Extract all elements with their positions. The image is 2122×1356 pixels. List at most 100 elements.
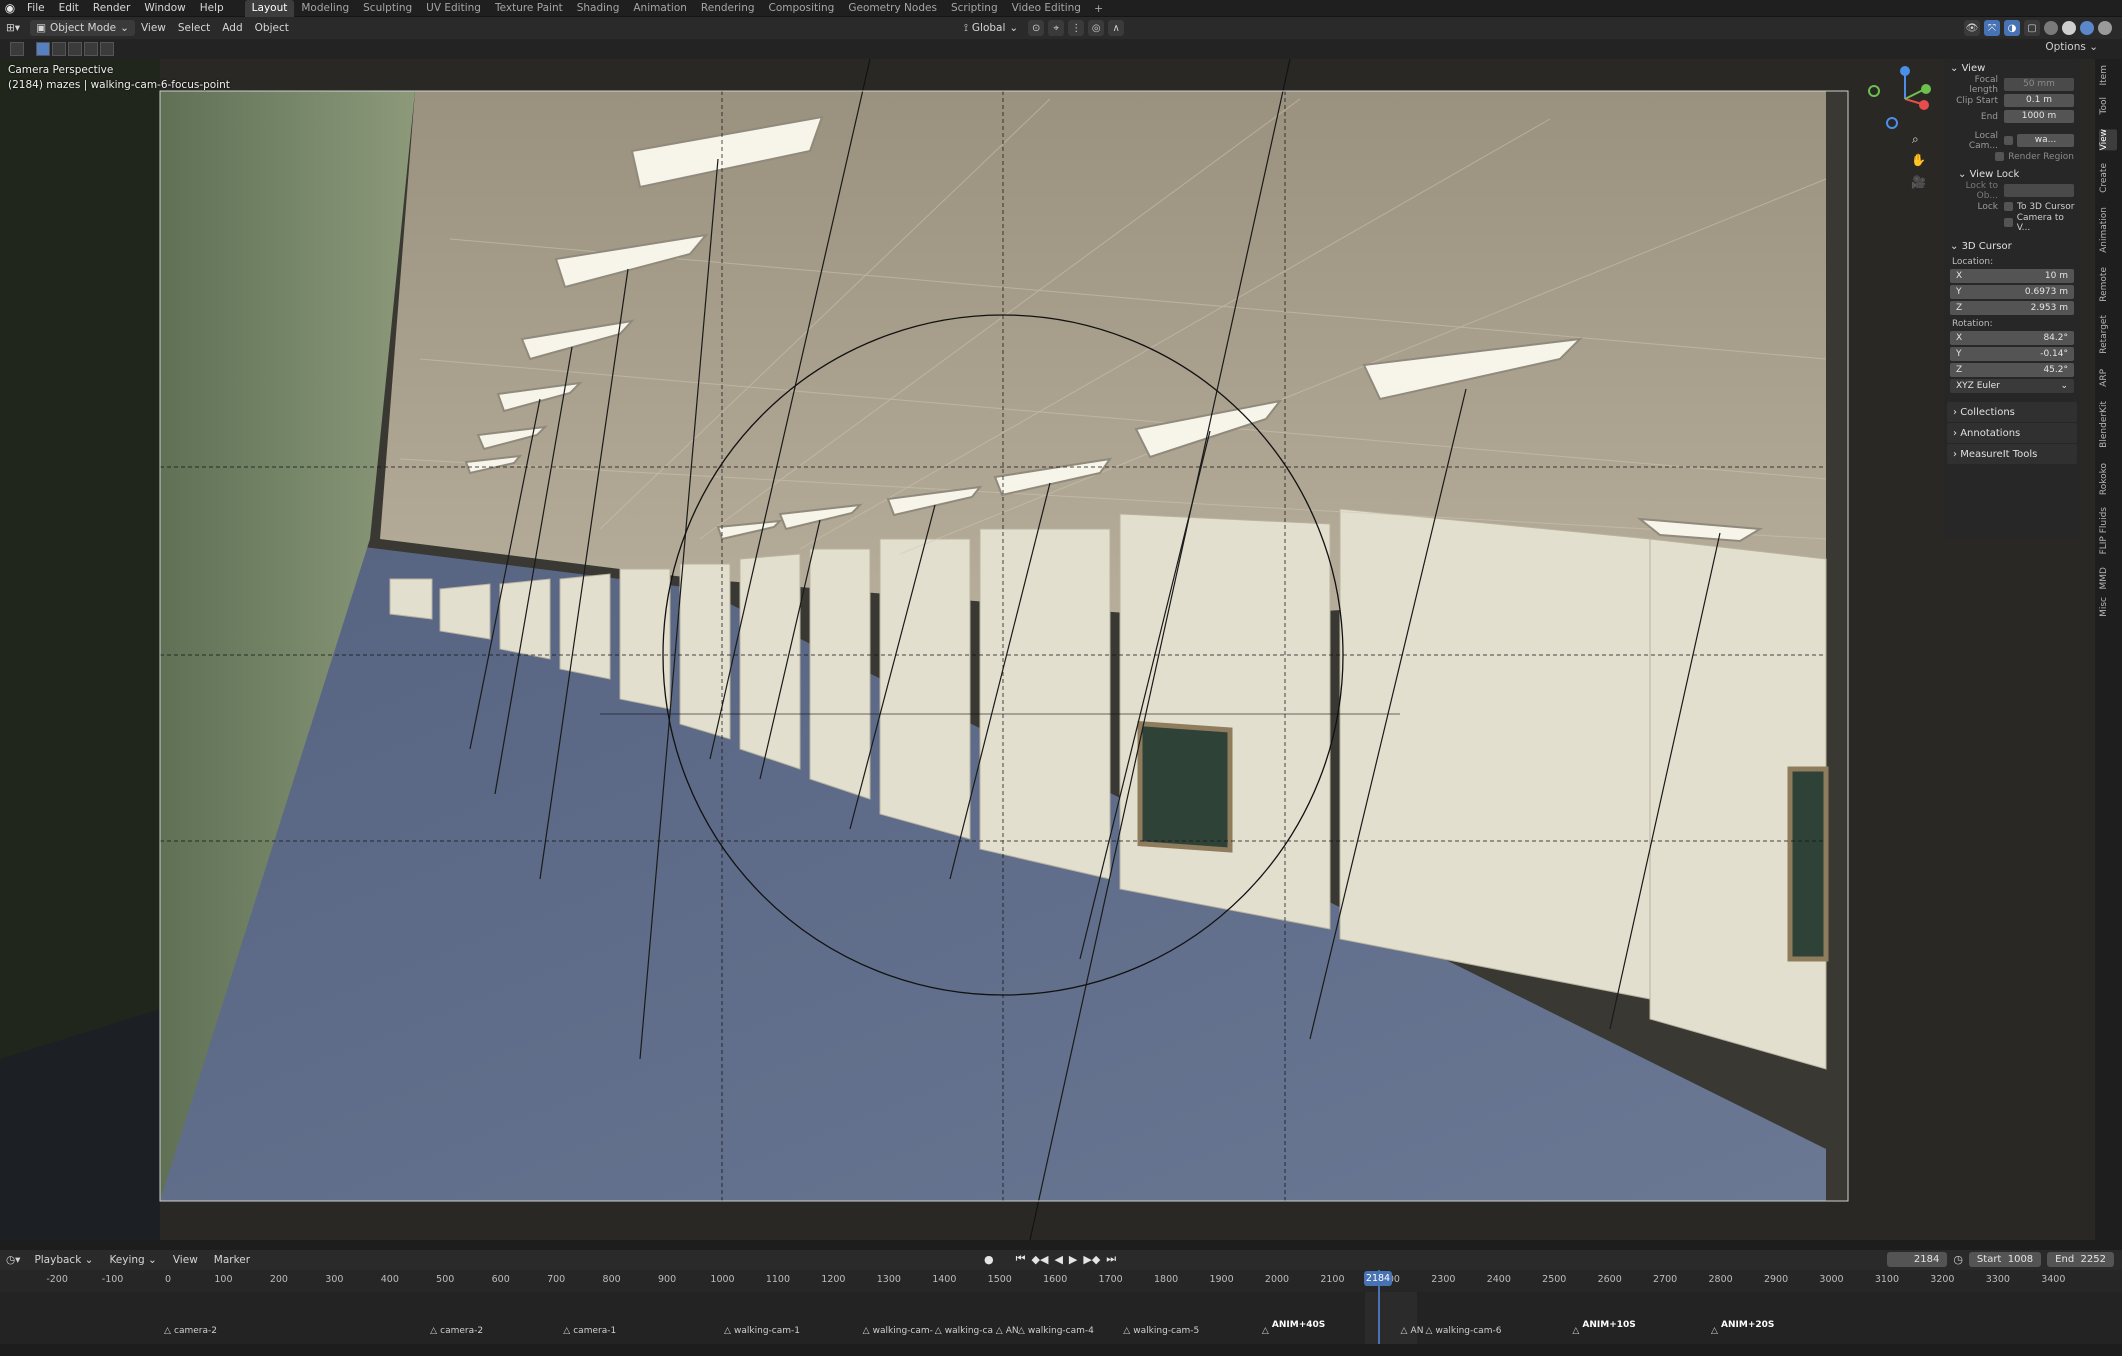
timeline-marker-label[interactable]: walking-ca <box>945 1326 993 1336</box>
tool-panel-toggle-icon[interactable] <box>10 42 24 56</box>
timeline-marker-label[interactable]: camera-2 <box>174 1326 217 1336</box>
workspace-tab-video-editing[interactable]: Video Editing <box>1005 0 1088 17</box>
camera-view-icon[interactable]: 🎥 <box>1911 175 1926 189</box>
jump-end-icon[interactable]: ⏭ <box>1106 1252 1116 1266</box>
workspace-tab-geometry-nodes[interactable]: Geometry Nodes <box>841 0 944 17</box>
marker-icon[interactable]: △ <box>863 1326 870 1336</box>
pivot-icon[interactable]: ⊙ <box>1028 20 1045 36</box>
side-tab-retarget[interactable]: Retarget <box>2099 315 2117 354</box>
menu-timeline-view[interactable]: View <box>165 1254 206 1266</box>
menu-marker[interactable]: Marker <box>206 1254 258 1266</box>
next-keyframe-icon[interactable]: ▶◆ <box>1083 1253 1100 1266</box>
measureit-section[interactable]: › MeasureIt Tools <box>1947 444 2077 464</box>
collections-section[interactable]: › Collections <box>1947 402 2077 422</box>
local-camera-checkbox[interactable] <box>2004 136 2013 145</box>
timeline-marker-label[interactable]: AN <box>1006 1326 1019 1336</box>
marker-icon[interactable]: △ <box>935 1326 942 1336</box>
menu-edit[interactable]: Edit <box>52 0 86 17</box>
zoom-icon[interactable]: ⌕ <box>1912 132 1919 146</box>
marker-icon[interactable]: △ <box>563 1326 570 1336</box>
menu-file[interactable]: File <box>20 0 52 17</box>
end-frame-field[interactable]: End 2252 <box>2047 1252 2114 1267</box>
menu-playback[interactable]: Playback ⌄ <box>26 1254 101 1266</box>
overlay-icon[interactable]: ◑ <box>2004 20 2020 36</box>
timeline-marker-label[interactable]: ANIM+10S <box>1582 1320 1635 1330</box>
side-tab-blenderkit[interactable]: BlenderKit <box>2099 401 2117 448</box>
render-region-checkbox[interactable] <box>1995 152 2005 161</box>
side-tab-rokoko[interactable]: Rokoko <box>2099 463 2117 495</box>
3d-cursor-section-header[interactable]: ⌄ 3D Cursor <box>1944 237 2080 255</box>
marker-icon[interactable]: △ <box>1401 1326 1408 1336</box>
annotations-section[interactable]: › Annotations <box>1947 423 2077 443</box>
cursor-location-y-field[interactable]: Y 0.6973 m <box>1950 285 2074 299</box>
orientation-dropdown[interactable]: ⟟ Global ⌄ <box>958 20 1024 36</box>
start-frame-field[interactable]: Start 1008 <box>1968 1252 2042 1267</box>
marker-icon[interactable]: △ <box>1123 1326 1130 1336</box>
cursor-rotation-y-field[interactable]: Y -0.14° <box>1950 347 2074 361</box>
menu-help[interactable]: Help <box>193 0 231 17</box>
prev-keyframe-icon[interactable]: ◆◀ <box>1032 1253 1049 1266</box>
visibility-icon[interactable]: 👁 <box>1964 20 1980 36</box>
pan-hand-icon[interactable]: ✋ <box>1911 153 1926 167</box>
side-tab-arp[interactable]: ARP <box>2099 369 2117 387</box>
timeline-marker-label[interactable]: walking-cam-4 <box>1028 1326 1094 1336</box>
editor-type-button[interactable]: ⊞▾ <box>0 20 26 36</box>
gizmo-z-axis-icon[interactable] <box>1900 66 1910 76</box>
side-tab-remote[interactable]: Remote <box>2099 267 2117 302</box>
cursor-location-x-field[interactable]: X 10 m <box>1950 269 2074 283</box>
focal-length-field[interactable]: 50 mm <box>2004 78 2074 91</box>
record-icon[interactable]: ● <box>984 1253 994 1266</box>
gizmo-y-axis-icon[interactable] <box>1921 84 1931 94</box>
snap-icon[interactable]: ⌖ <box>1048 20 1065 36</box>
add-workspace-button[interactable]: + <box>1088 2 1109 15</box>
lock-to-object-field[interactable] <box>2004 184 2074 197</box>
menu-select[interactable]: Select <box>172 20 216 36</box>
falloff-icon[interactable]: ∧ <box>1108 20 1125 36</box>
proportional-edit-icon[interactable]: ◎ <box>1088 20 1105 36</box>
side-tab-flip-fluids[interactable]: FLIP Fluids <box>2099 507 2117 554</box>
workspace-tab-texture-paint[interactable]: Texture Paint <box>488 0 570 17</box>
timeline-marker-label[interactable]: ANIM+20S <box>1721 1320 1774 1330</box>
select-extend-icon[interactable] <box>52 42 66 56</box>
select-subtract-icon[interactable] <box>68 42 82 56</box>
select-intersect-icon[interactable] <box>100 42 114 56</box>
cursor-location-z-field[interactable]: Z 2.953 m <box>1950 301 2074 315</box>
menu-render[interactable]: Render <box>86 0 137 17</box>
marker-icon[interactable]: △ <box>430 1326 437 1336</box>
side-tab-view[interactable]: View <box>2099 129 2117 151</box>
marker-icon[interactable]: △ <box>1711 1326 1718 1336</box>
timeline-marker-label[interactable]: walking-cam- <box>873 1326 933 1336</box>
marker-icon[interactable]: △ <box>1018 1326 1025 1336</box>
menu-add[interactable]: Add <box>216 20 248 36</box>
timeline-marker-label[interactable]: walking-cam-5 <box>1133 1326 1199 1336</box>
play-reverse-icon[interactable]: ◀ <box>1054 1253 1062 1266</box>
workspace-tab-modeling[interactable]: Modeling <box>294 0 356 17</box>
timeline-editor-type-button[interactable]: ◷▾ <box>0 1252 26 1268</box>
gizmo-icon[interactable]: ⤧ <box>1984 20 2000 36</box>
rendered-shading-icon[interactable] <box>2098 21 2112 35</box>
solid-shading-icon[interactable] <box>2062 21 2076 35</box>
side-tab-create[interactable]: Create <box>2099 163 2117 193</box>
blender-logo-icon[interactable]: ◉ <box>0 0 20 17</box>
to-3d-cursor-checkbox[interactable] <box>2004 202 2013 211</box>
material-shading-icon[interactable] <box>2080 21 2094 35</box>
select-new-icon[interactable] <box>36 42 50 56</box>
timeline-marker-label[interactable]: camera-1 <box>573 1326 616 1336</box>
timeline-marker-label[interactable]: AN <box>1411 1326 1424 1336</box>
clip-start-field[interactable]: 0.1 m <box>2004 94 2074 107</box>
marker-icon[interactable]: △ <box>724 1326 731 1336</box>
workspace-tab-sculpting[interactable]: Sculpting <box>356 0 419 17</box>
jump-start-icon[interactable]: ⏮ <box>1016 1252 1026 1266</box>
workspace-tab-shading[interactable]: Shading <box>570 0 627 17</box>
clip-end-field[interactable]: 1000 m <box>2004 110 2074 123</box>
local-camera-field[interactable]: wa... <box>2017 134 2074 147</box>
side-tab-misc[interactable]: Misc <box>2099 597 2117 617</box>
workspace-tab-scripting[interactable]: Scripting <box>944 0 1005 17</box>
gizmo-x-axis-icon[interactable] <box>1919 100 1929 110</box>
snap-target-icon[interactable]: ⋮ <box>1068 20 1085 36</box>
marker-icon[interactable]: △ <box>1572 1326 1579 1336</box>
marker-icon[interactable]: △ <box>1262 1326 1269 1336</box>
workspace-tab-layout[interactable]: Layout <box>244 0 295 17</box>
timeline-marker-label[interactable]: camera-2 <box>440 1326 483 1336</box>
timeline-marker-label[interactable]: walking-cam-6 <box>1435 1326 1501 1336</box>
